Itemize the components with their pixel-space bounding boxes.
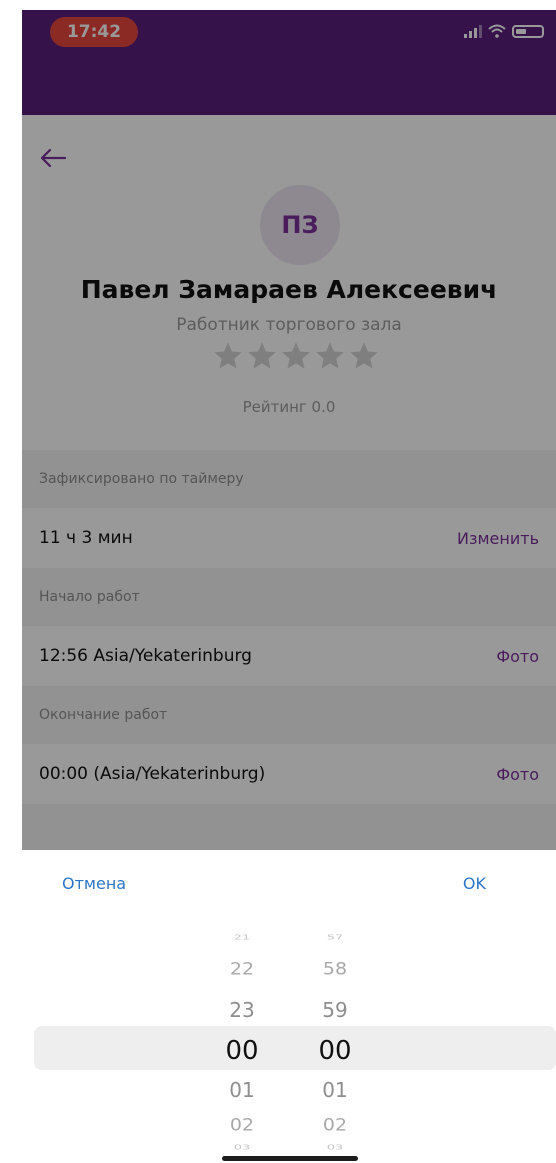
wheel-value[interactable]: 02 — [202, 1115, 282, 1135]
cancel-button[interactable]: Отмена — [62, 874, 126, 893]
ok-button[interactable]: OK — [463, 874, 486, 893]
phone-screen: 17:42 ПЗ Павел Замараев Алексеевич Работ… — [22, 10, 556, 1163]
selected-value[interactable]: 00 — [295, 1036, 375, 1066]
wheel-value[interactable]: 57 — [295, 933, 375, 941]
wheel-value[interactable]: 01 — [202, 1078, 282, 1102]
wheel-value[interactable]: 03 — [202, 1143, 282, 1151]
wheel-value[interactable]: 59 — [295, 998, 375, 1022]
wheel-value[interactable]: 21 — [202, 933, 282, 941]
wheel-value[interactable]: 03 — [295, 1143, 375, 1151]
home-indicator — [222, 1156, 358, 1161]
wheel-value[interactable]: 01 — [295, 1078, 375, 1102]
wheel-value[interactable]: 23 — [202, 998, 282, 1022]
time-picker-sheet: Отмена OK 21 22 23 00 01 02 03 57 58 59 00 01 02 03 — [22, 850, 556, 1163]
selected-value[interactable]: 00 — [202, 1036, 282, 1066]
wheel-value[interactable]: 58 — [295, 959, 375, 979]
wheel-value[interactable]: 22 — [202, 959, 282, 979]
wheel-value[interactable]: 02 — [295, 1115, 375, 1135]
